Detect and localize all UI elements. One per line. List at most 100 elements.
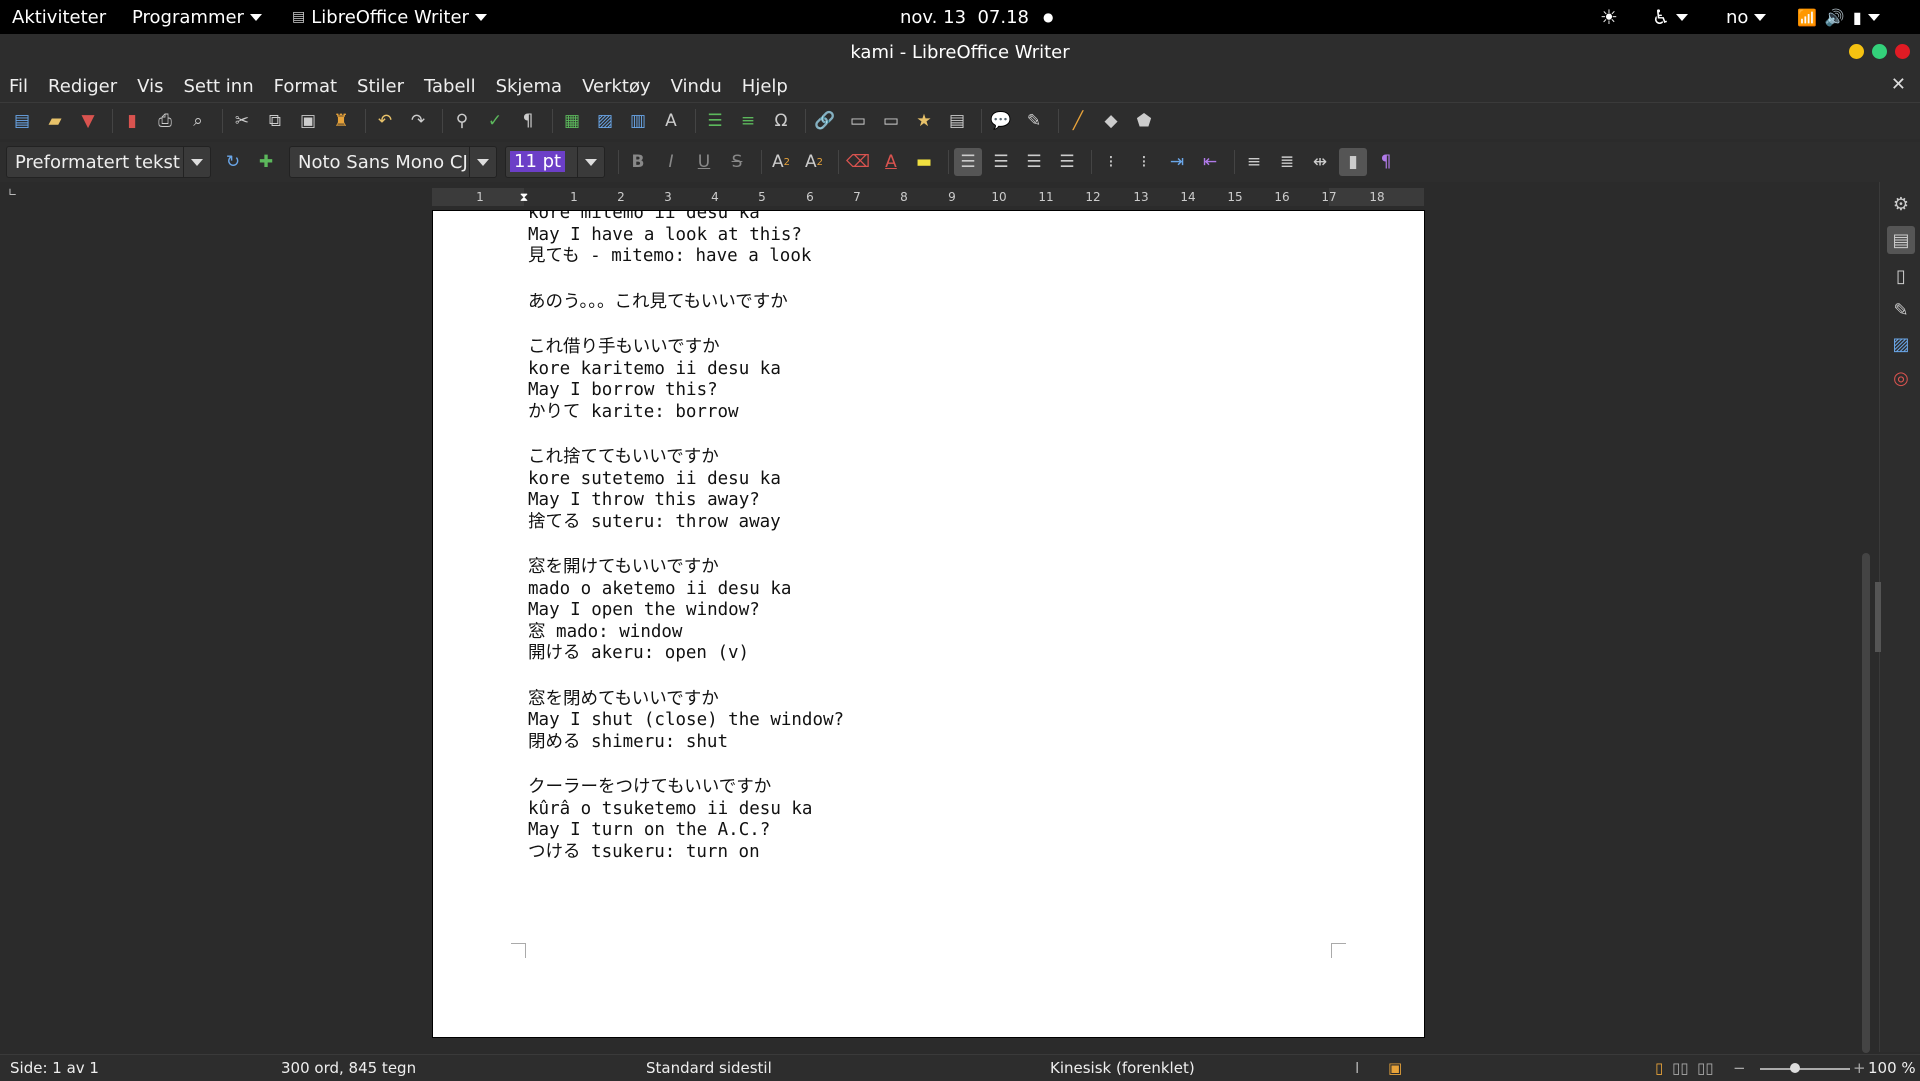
styles-icon[interactable]: ✎ bbox=[1887, 296, 1915, 324]
navigator-icon[interactable]: ◎ bbox=[1887, 364, 1915, 392]
tab-stop-type-icon[interactable]: ∟ bbox=[8, 186, 17, 199]
multi-page-view-icon[interactable]: ▯▯ bbox=[1672, 1059, 1689, 1077]
menu-verktoy[interactable]: Verktøy bbox=[573, 76, 662, 97]
menu-tabell[interactable]: Tabell bbox=[415, 76, 487, 97]
print-preview-icon[interactable]: ⌕ bbox=[184, 107, 212, 135]
paste-icon[interactable]: ▣ bbox=[294, 107, 322, 135]
highlight-color-icon[interactable]: ▬ bbox=[910, 148, 938, 176]
clear-formatting-icon[interactable]: ⌫ bbox=[844, 148, 872, 176]
decrease-indent-icon[interactable]: ⇤ bbox=[1196, 148, 1224, 176]
close-document-icon[interactable]: ✕ bbox=[1891, 74, 1906, 95]
increase-indent-icon[interactable]: ⇥ bbox=[1163, 148, 1191, 176]
insert-chart-icon[interactable]: ▥ bbox=[624, 107, 652, 135]
gallery-icon[interactable]: ▨ bbox=[1887, 330, 1915, 358]
chevron-down-icon[interactable] bbox=[469, 147, 496, 177]
chevron-down-icon[interactable] bbox=[183, 147, 210, 177]
menu-vindu[interactable]: Vindu bbox=[662, 76, 733, 97]
new-style-icon[interactable]: ✚ bbox=[252, 148, 280, 176]
menu-rediger[interactable]: Rediger bbox=[39, 76, 128, 97]
insert-mode-icon[interactable]: I bbox=[1355, 1059, 1359, 1077]
insert-page-break-icon[interactable]: ☰ bbox=[701, 107, 729, 135]
indent-icon[interactable]: ⇹ bbox=[1306, 148, 1334, 176]
insert-textbox-icon[interactable]: A bbox=[657, 107, 685, 135]
undo-icon[interactable]: ↶ bbox=[371, 107, 399, 135]
update-style-icon[interactable]: ↻ bbox=[219, 148, 247, 176]
system-menu[interactable]: 📶 🔊 ▮ bbox=[1797, 0, 1880, 34]
special-character-icon[interactable]: Ω bbox=[767, 107, 795, 135]
page-icon[interactable]: ▯ bbox=[1887, 262, 1915, 290]
save-icon[interactable]: ▼ bbox=[74, 107, 102, 135]
text-language[interactable]: Kinesisk (forenklet) bbox=[1050, 1059, 1195, 1077]
clock[interactable]: nov. 13 07.18 ● bbox=[900, 0, 1053, 34]
export-pdf-icon[interactable]: ▮ bbox=[118, 107, 146, 135]
indent-marker-icon[interactable]: ⧗ bbox=[520, 190, 528, 205]
properties-icon[interactable]: ▤ bbox=[1887, 226, 1915, 254]
programs-menu[interactable]: Programmer bbox=[132, 0, 262, 34]
font-color-icon[interactable]: A bbox=[877, 148, 905, 176]
word-count[interactable]: 300 ord, 845 tegn bbox=[281, 1059, 416, 1077]
print-icon[interactable]: ⎙ bbox=[151, 107, 179, 135]
sidebar-settings-icon[interactable]: ⚙ bbox=[1887, 190, 1915, 218]
redo-icon[interactable]: ↷ bbox=[404, 107, 432, 135]
menu-skjema[interactable]: Skjema bbox=[487, 76, 574, 97]
align-left-icon[interactable]: ☰ bbox=[954, 148, 982, 176]
spellcheck-icon[interactable]: ✓ bbox=[481, 107, 509, 135]
bold-icon[interactable]: B bbox=[624, 148, 652, 176]
subscript-icon[interactable]: A2 bbox=[800, 148, 828, 176]
chevron-down-icon[interactable] bbox=[577, 147, 604, 177]
zoom-out-icon[interactable]: − bbox=[1733, 1059, 1746, 1077]
activities-button[interactable]: Aktiviteter bbox=[12, 0, 106, 34]
sidebar-collapse-handle[interactable] bbox=[1875, 582, 1881, 652]
font-size-dropdown[interactable]: 11 pt bbox=[505, 146, 605, 178]
endnote-icon[interactable]: ▭ bbox=[877, 107, 905, 135]
paragraph-spacing-icon[interactable]: ≣ bbox=[1273, 148, 1301, 176]
cross-reference-icon[interactable]: ▤ bbox=[943, 107, 971, 135]
menu-hjelp[interactable]: Hjelp bbox=[733, 76, 799, 97]
insert-field-icon[interactable]: ≡ bbox=[734, 107, 762, 135]
keyboard-language-menu[interactable]: no bbox=[1726, 0, 1767, 34]
book-view-icon[interactable]: ▯▯ bbox=[1697, 1059, 1714, 1077]
scrollbar-thumb[interactable] bbox=[1862, 553, 1870, 1053]
line-spacing-icon[interactable]: ≡ bbox=[1240, 148, 1268, 176]
paragraph-style-dropdown[interactable]: Preformatert tekst bbox=[6, 146, 211, 178]
font-name-dropdown[interactable]: Noto Sans Mono CJ bbox=[289, 146, 497, 178]
cut-icon[interactable]: ✂ bbox=[228, 107, 256, 135]
align-right-icon[interactable]: ☰ bbox=[1020, 148, 1048, 176]
numbered-list-icon[interactable]: ⁝ bbox=[1130, 148, 1158, 176]
new-document-icon[interactable]: ▤ bbox=[8, 107, 36, 135]
draw-functions-icon[interactable]: ⬟ bbox=[1130, 107, 1158, 135]
bullet-list-icon[interactable]: ⁝ bbox=[1097, 148, 1125, 176]
hyperlink-icon[interactable]: 🔗 bbox=[811, 107, 839, 135]
comment-icon[interactable]: 💬 bbox=[987, 107, 1015, 135]
brightness-icon[interactable]: ☀ bbox=[1600, 0, 1618, 34]
justify-icon[interactable]: ☰ bbox=[1053, 148, 1081, 176]
insert-image-icon[interactable]: ▨ bbox=[591, 107, 619, 135]
menu-sett-inn[interactable]: Sett inn bbox=[174, 76, 264, 97]
align-center-icon[interactable]: ☰ bbox=[987, 148, 1015, 176]
zoom-slider[interactable] bbox=[1760, 1068, 1850, 1070]
zoom-slider-knob[interactable] bbox=[1790, 1063, 1800, 1073]
track-changes-icon[interactable]: ✎ bbox=[1020, 107, 1048, 135]
document-modified-icon[interactable]: ▣ bbox=[1388, 1059, 1402, 1077]
maximize-button[interactable] bbox=[1872, 44, 1887, 59]
menu-format[interactable]: Format bbox=[265, 76, 348, 97]
page-count[interactable]: Side: 1 av 1 bbox=[10, 1059, 99, 1077]
copy-icon[interactable]: ⧉ bbox=[261, 107, 289, 135]
zoom-level[interactable]: 100 % bbox=[1868, 1059, 1916, 1077]
italic-icon[interactable]: I bbox=[657, 148, 685, 176]
footnote-icon[interactable]: ▭ bbox=[844, 107, 872, 135]
paragraph-dialog-icon[interactable]: ¶ bbox=[1372, 148, 1400, 176]
vertical-scrollbar[interactable] bbox=[1860, 208, 1872, 1053]
basic-shapes-icon[interactable]: ◆ bbox=[1097, 107, 1125, 135]
close-window-button[interactable] bbox=[1895, 44, 1910, 59]
line-icon[interactable]: ╱ bbox=[1064, 107, 1092, 135]
menu-stiler[interactable]: Stiler bbox=[348, 76, 415, 97]
document-text[interactable]: kore mitemo ii desu ka May I have a look … bbox=[528, 211, 1378, 863]
underline-icon[interactable]: U bbox=[690, 148, 718, 176]
app-menu[interactable]: ▤ LibreOffice Writer bbox=[292, 0, 487, 34]
accessibility-menu[interactable]: ♿ bbox=[1652, 0, 1688, 34]
clone-formatting-icon[interactable]: ♜ bbox=[327, 107, 355, 135]
document-page[interactable]: kore mitemo ii desu ka May I have a look … bbox=[432, 210, 1425, 1038]
superscript-icon[interactable]: A2 bbox=[767, 148, 795, 176]
formatting-marks-icon[interactable]: ¶ bbox=[514, 107, 542, 135]
